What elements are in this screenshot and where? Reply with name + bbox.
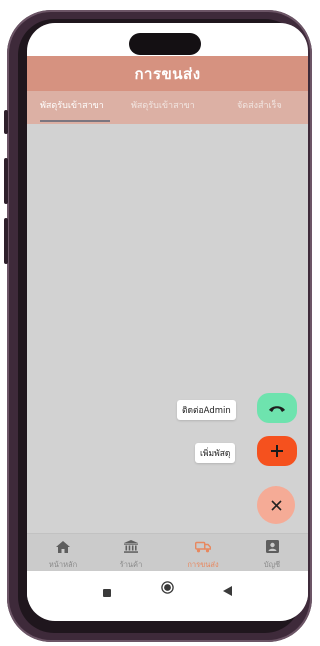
side-button-volume-up: [4, 158, 8, 204]
nav-label-shipping: การขนส่ง: [187, 560, 219, 569]
store-icon: [124, 538, 138, 557]
nav-item-home[interactable]: หน้าหลัก: [35, 538, 91, 571]
content-area: [27, 124, 308, 533]
back-icon[interactable]: [223, 581, 232, 600]
nav-item-account[interactable]: บัญชี: [244, 538, 300, 571]
nav-item-store[interactable]: ร้านค้า: [103, 538, 159, 571]
tab-received-branch[interactable]: พัสดุรับเข้าสาขา: [40, 98, 104, 112]
nav-label-home: หน้าหลัก: [48, 560, 78, 569]
page-title: การขนส่ง: [134, 64, 201, 83]
phone-icon: [268, 399, 286, 418]
add-parcel-label[interactable]: เพิ่มพัสดุ: [195, 443, 236, 463]
close-fab-button[interactable]: [257, 486, 295, 524]
close-icon: [270, 496, 282, 515]
recents-icon[interactable]: [103, 582, 111, 601]
home-circle-icon[interactable]: [161, 579, 174, 598]
bottom-nav: หน้าหลัก ร้านค้า การขนส่ง บัญชี: [27, 533, 308, 572]
app-header: การขนส่ง: [27, 56, 308, 91]
tab-delivered[interactable]: จัดส่งสำเร็จ: [237, 98, 282, 112]
nav-label-account: บัญชี: [263, 560, 281, 569]
phone-screen: การขนส่ง พัสดุรับเข้าสาขา พัสดุรับเข้าสา…: [27, 23, 308, 621]
tab-received-branch-2[interactable]: พัสดุรับเข้าสาขา: [131, 98, 195, 112]
nav-item-shipping[interactable]: การขนส่ง: [175, 538, 231, 571]
active-tab-indicator: [40, 120, 110, 122]
dynamic-island: [129, 33, 201, 55]
plus-icon: [271, 442, 283, 461]
side-button-volume-down: [4, 218, 8, 264]
contact-admin-button[interactable]: [257, 393, 297, 423]
truck-icon: [194, 538, 211, 557]
add-parcel-button[interactable]: [257, 436, 297, 466]
account-icon: [265, 538, 279, 557]
system-nav-bar: [27, 571, 308, 601]
contact-admin-label[interactable]: ติดต่อAdmin: [177, 400, 236, 420]
side-button-mute: [4, 110, 8, 134]
home-icon: [56, 538, 70, 557]
tab-bar: พัสดุรับเข้าสาขา พัสดุรับเข้าสาขา จัดส่ง…: [27, 91, 308, 124]
nav-label-store: ร้านค้า: [119, 560, 143, 569]
